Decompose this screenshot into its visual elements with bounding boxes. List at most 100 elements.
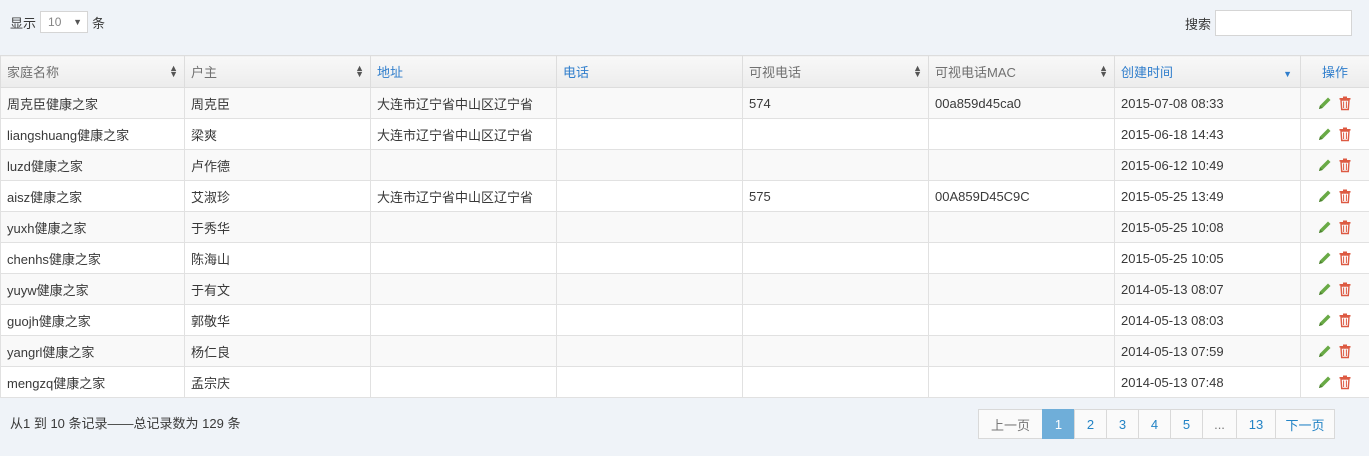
trash-icon[interactable] <box>1337 157 1353 173</box>
video-phone-cell: 574 <box>742 87 929 119</box>
trash-icon[interactable] <box>1337 219 1353 235</box>
pencil-icon[interactable] <box>1317 126 1333 142</box>
column-header-family-name[interactable]: 家庭名称 ▲ ▼ <box>0 55 185 88</box>
video-phone-cell <box>742 149 929 181</box>
page-1-button[interactable]: 1 <box>1042 409 1075 439</box>
column-header-created-time[interactable]: 创建时间 ▼ <box>1114 55 1301 88</box>
row-actions-cell <box>1300 304 1369 336</box>
table-row: guojh健康之家 郭敬华 2014-05-13 08:03 <box>0 304 1369 336</box>
page-length-suffix: 条 <box>92 15 106 31</box>
row-actions-cell <box>1300 242 1369 274</box>
page-2-button[interactable]: 2 <box>1074 409 1107 439</box>
page-length-control: 显示 10 ▼ 条 <box>10 10 105 34</box>
sort-both-icon: ▲ ▼ <box>355 63 364 79</box>
pencil-icon[interactable] <box>1317 219 1333 235</box>
address-cell <box>370 273 557 305</box>
table-row: yuxh健康之家 于秀华 2015-05-25 10:08 <box>0 211 1369 243</box>
family-name-cell: chenhs健康之家 <box>0 242 185 274</box>
created-time-cell: 2015-07-08 08:33 <box>1114 87 1301 119</box>
table-row: 周克臣健康之家 周克臣 大连市辽宁省中山区辽宁省 574 00a859d45ca0 201… <box>0 87 1369 119</box>
previous-page-button: 上一页 <box>978 409 1043 439</box>
pencil-icon[interactable] <box>1317 312 1333 328</box>
owner-cell: 孟宗庆 <box>184 366 371 398</box>
video-phone-cell: 575 <box>742 180 929 212</box>
family-name-cell: yuxh健康之家 <box>0 211 185 243</box>
owner-cell: 卢作德 <box>184 149 371 181</box>
trash-icon[interactable] <box>1337 188 1353 204</box>
column-header-label: 户主 <box>191 65 218 80</box>
video-phone-mac-cell <box>928 118 1115 150</box>
chevron-down-icon: ▼ <box>73 17 83 27</box>
video-phone-cell <box>742 366 929 398</box>
page-13-button[interactable]: 13 <box>1236 409 1276 439</box>
video-phone-cell <box>742 118 929 150</box>
trash-icon[interactable] <box>1337 250 1353 266</box>
table-footer: 从1 到 10 条记录——总记录数为 129 条 上一页 1 2 3 4 5... 13 下一… <box>0 398 1369 456</box>
row-actions-cell <box>1300 273 1369 305</box>
pencil-icon[interactable] <box>1317 343 1333 359</box>
row-actions-cell <box>1300 149 1369 181</box>
table-toolbar: 显示 10 ▼ 条 搜索 <box>0 0 1369 54</box>
column-header-video-phone-mac[interactable]: 可视电话MAC ▲ ▼ <box>928 55 1115 88</box>
search-input[interactable] <box>1215 10 1352 36</box>
video-phone-mac-cell <box>928 335 1115 367</box>
family-name-cell: mengzq健康之家 <box>0 366 185 398</box>
table-row: luzd健康之家 卢作德 2015-06-12 10:49 <box>0 149 1369 181</box>
trash-icon[interactable] <box>1337 95 1353 111</box>
page-length-select[interactable]: 10 ▼ <box>40 11 89 33</box>
owner-cell: 艾淑珍 <box>184 180 371 212</box>
table-row: yuyw健康之家 于有文 2014-05-13 08:07 <box>0 273 1369 305</box>
video-phone-mac-cell <box>928 242 1115 274</box>
column-header-label: 操作 <box>1321 65 1348 80</box>
created-time-cell: 2015-05-25 10:05 <box>1114 242 1301 274</box>
column-header-owner[interactable]: 户主 ▲ ▼ <box>184 55 371 88</box>
column-header-label: 电话 <box>563 65 590 80</box>
created-time-cell: 2015-05-25 10:08 <box>1114 211 1301 243</box>
family-name-cell: luzd健康之家 <box>0 149 185 181</box>
sort-both-icon: ▲ ▼ <box>913 63 922 79</box>
phone-cell <box>556 211 743 243</box>
row-actions-cell <box>1300 366 1369 398</box>
column-header-video-phone[interactable]: 可视电话 ▲ ▼ <box>742 55 929 88</box>
pencil-icon[interactable] <box>1317 188 1333 204</box>
pencil-icon[interactable] <box>1317 95 1333 111</box>
row-actions-cell <box>1300 180 1369 212</box>
trash-icon[interactable] <box>1337 343 1353 359</box>
pencil-icon[interactable] <box>1317 157 1333 173</box>
search-label: 搜索 <box>1184 16 1211 32</box>
page-4-button[interactable]: 4 <box>1138 409 1171 439</box>
row-actions-cell <box>1300 211 1369 243</box>
trash-icon[interactable] <box>1337 281 1353 297</box>
column-header-label: 家庭名称 <box>7 65 60 80</box>
column-header-actions: 操作 <box>1300 55 1369 88</box>
created-time-cell: 2014-05-13 07:59 <box>1114 335 1301 367</box>
owner-cell: 陈海山 <box>184 242 371 274</box>
row-actions-cell <box>1300 118 1369 150</box>
pencil-icon[interactable] <box>1317 374 1333 390</box>
trash-icon[interactable] <box>1337 312 1353 328</box>
video-phone-mac-cell: 00a859d45ca0 <box>928 87 1115 119</box>
created-time-cell: 2014-05-13 08:07 <box>1114 273 1301 305</box>
owner-cell: 于有文 <box>184 273 371 305</box>
pencil-icon[interactable] <box>1317 281 1333 297</box>
column-header-label: 可视电话 <box>749 65 802 80</box>
video-phone-mac-cell <box>928 366 1115 398</box>
table-header-row: 家庭名称 ▲ ▼ 户主 ▲ ▼ 地址 电话 可视电话 ▲ ▼ 可视电话MAC ▲ ▼ 创建时间 ▼… <box>0 55 1369 88</box>
owner-cell: 于秀华 <box>184 211 371 243</box>
family-name-cell: liangshuang健康之家 <box>0 118 185 150</box>
created-time-cell: 2014-05-13 08:03 <box>1114 304 1301 336</box>
video-phone-cell <box>742 211 929 243</box>
page-5-button[interactable]: 5 <box>1170 409 1203 439</box>
column-header-label: 可视电话MAC <box>935 65 1016 80</box>
video-phone-mac-cell <box>928 304 1115 336</box>
next-page-button[interactable]: 下一页 <box>1275 409 1335 439</box>
trash-icon[interactable] <box>1337 126 1353 142</box>
pencil-icon[interactable] <box>1317 250 1333 266</box>
trash-icon[interactable] <box>1337 374 1353 390</box>
created-time-cell: 2015-06-12 10:49 <box>1114 149 1301 181</box>
table-row: mengzq健康之家 孟宗庆 2014-05-13 07:48 <box>0 366 1369 398</box>
phone-cell <box>556 273 743 305</box>
page-3-button[interactable]: 3 <box>1106 409 1139 439</box>
phone-cell <box>556 335 743 367</box>
phone-cell <box>556 118 743 150</box>
